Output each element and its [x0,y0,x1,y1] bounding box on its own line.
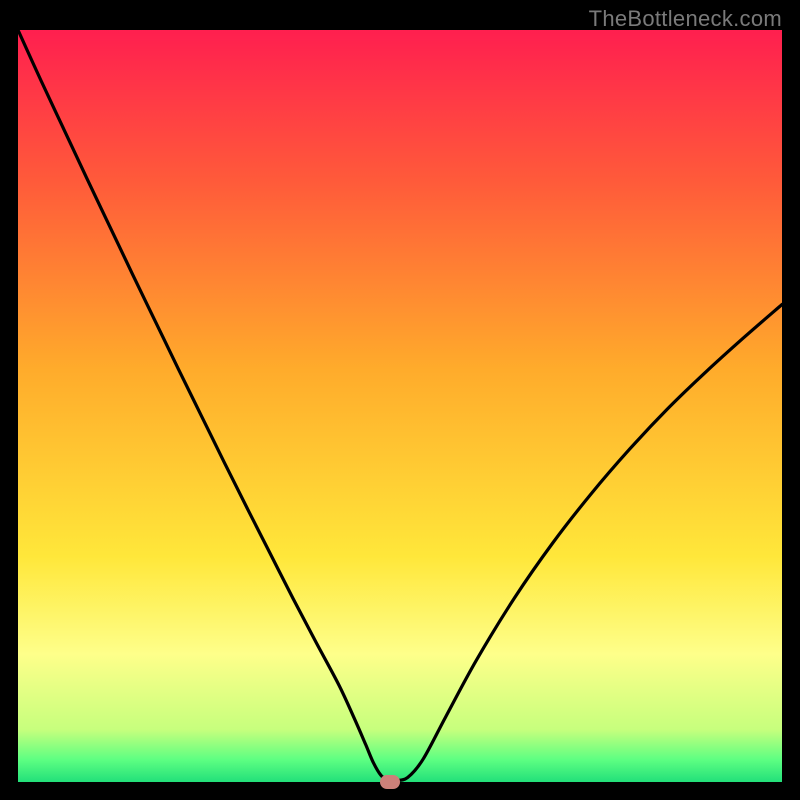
optimal-point-marker [380,775,400,789]
watermark-text: TheBottleneck.com [589,6,782,32]
chart-svg [18,30,782,782]
chart-background [18,30,782,782]
chart-area [18,30,782,782]
